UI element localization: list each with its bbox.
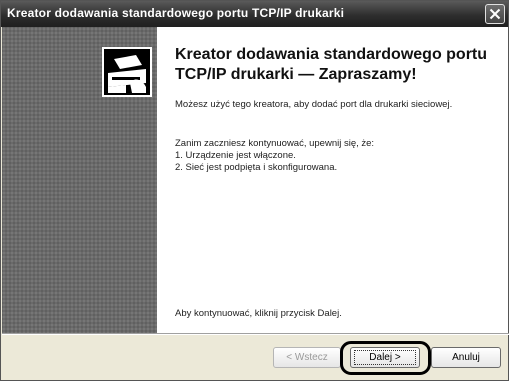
checklist: 1. Urządzenie jest włączone. 2. Sieć jes… xyxy=(175,150,337,174)
next-button-highlight xyxy=(340,341,431,375)
before-label: Zanim zaczniesz kontynuować, upewnij się… xyxy=(175,138,375,149)
list-item: 2. Sieć jest podpięta i skonfigurowana. xyxy=(175,162,338,173)
wizard-content: Kreator dodawania standardowego portu TC… xyxy=(157,27,508,333)
intro-text: Możesz użyć tego kreatora, aby dodać por… xyxy=(175,99,453,110)
list-item: 1. Urządzenie jest włączone. xyxy=(175,150,296,161)
page-heading: Kreator dodawania standardowego portu TC… xyxy=(175,46,488,83)
back-button[interactable]: < Wstecz xyxy=(273,347,341,368)
close-button[interactable] xyxy=(485,4,505,24)
continue-hint: Aby kontynuować, kliknij przycisk Dalej. xyxy=(175,308,342,319)
footer-divider xyxy=(2,333,509,335)
wizard-side-panel xyxy=(2,27,157,333)
window-title: Kreator dodawania standardowego portu TC… xyxy=(7,6,345,20)
close-icon xyxy=(489,8,501,20)
wizard-window: Kreator dodawania standardowego portu TC… xyxy=(0,0,509,381)
title-bar[interactable]: Kreator dodawania standardowego portu TC… xyxy=(1,1,508,27)
printer-port-icon xyxy=(102,47,152,97)
cancel-button[interactable]: Anuluj xyxy=(431,347,501,368)
